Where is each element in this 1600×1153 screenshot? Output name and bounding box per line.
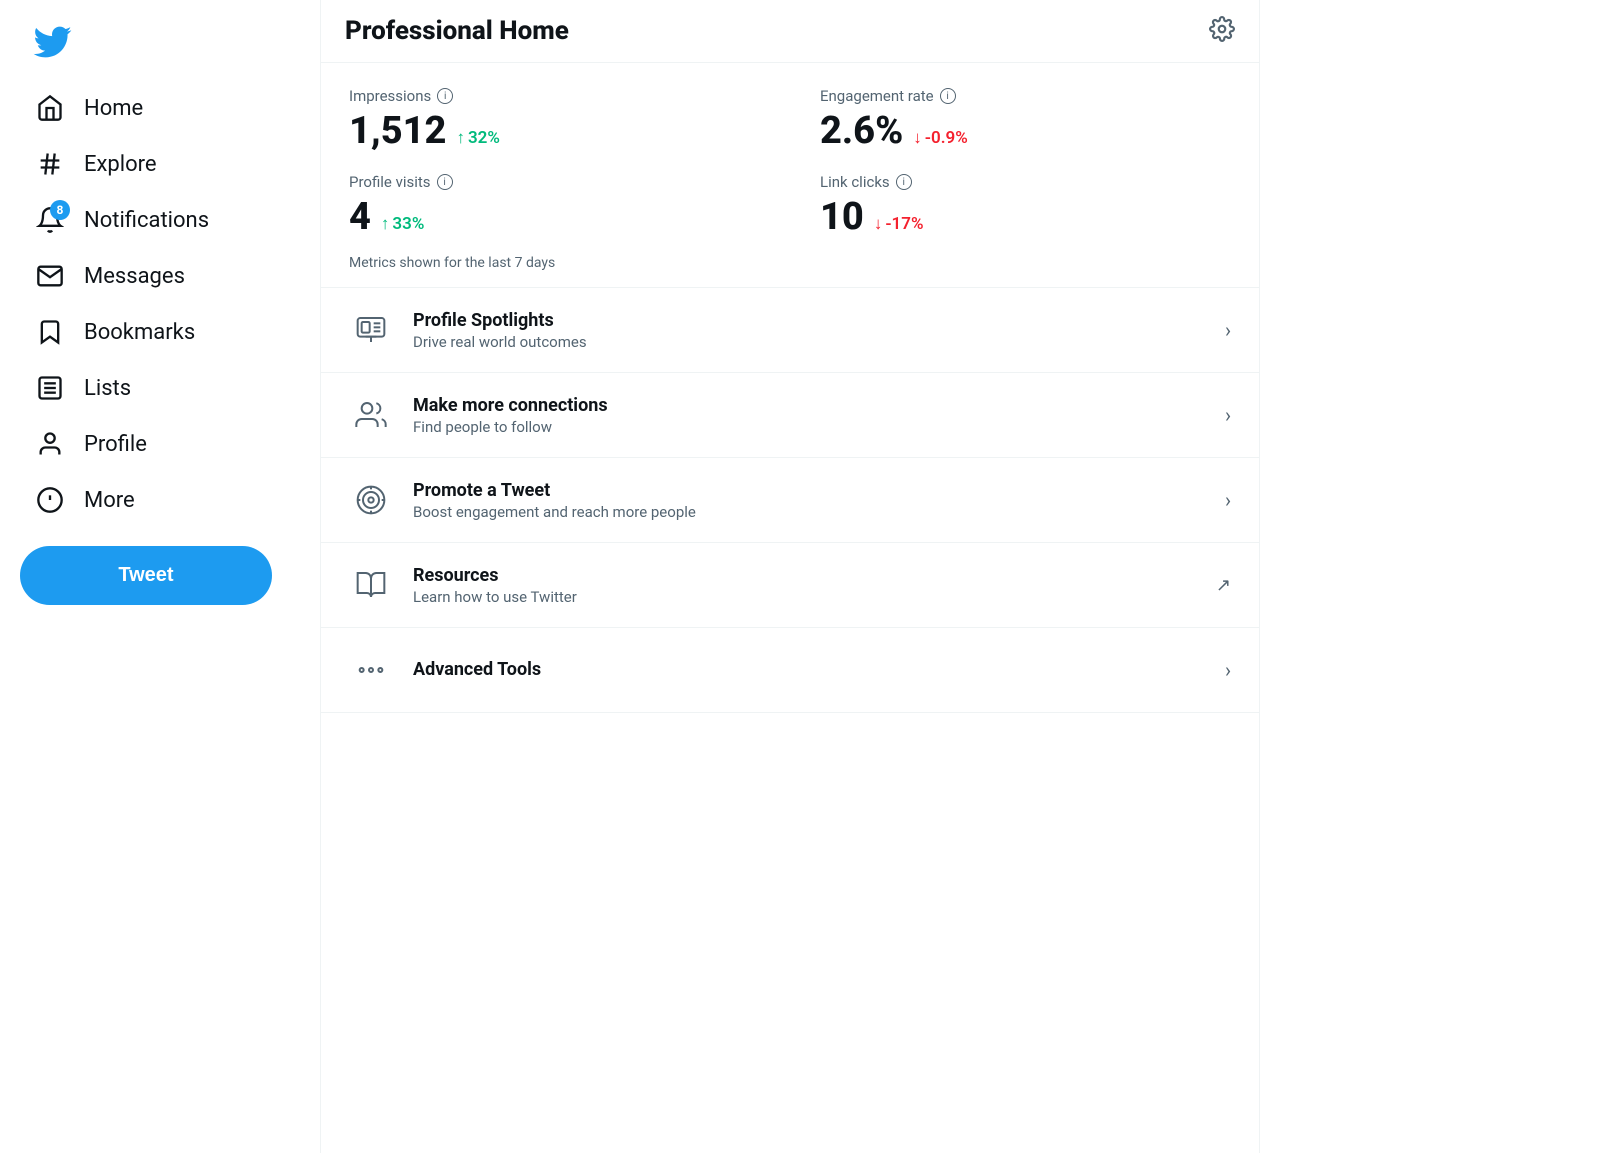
notification-count: 8: [50, 200, 70, 220]
settings-gear-icon[interactable]: [1209, 16, 1235, 46]
metric-link-clicks: Link clicks i 10 ↓ -17%: [820, 173, 1231, 239]
spotlight-icon: [349, 308, 393, 352]
link-clicks-change: ↓ -17%: [874, 214, 924, 234]
sidebar-item-explore[interactable]: Explore: [20, 138, 300, 190]
sidebar-item-home[interactable]: Home: [20, 82, 300, 134]
connections-text: Make more connections Find people to fol…: [413, 395, 1213, 436]
lists-label: Lists: [84, 376, 131, 401]
sidebar-item-messages[interactable]: Messages: [20, 250, 300, 302]
bookmark-icon: [36, 318, 64, 346]
connections-title: Make more connections: [413, 395, 1213, 416]
metrics-grid: Impressions i 1,512 ↑ 32% Engagement rat…: [349, 87, 1231, 239]
explore-label: Explore: [84, 152, 157, 177]
metrics-footer: Metrics shown for the last 7 days: [349, 255, 1231, 271]
main-content: Professional Home Impressions i 1,512 ↑ …: [320, 0, 1260, 1153]
metric-profile-visits: Profile visits i 4 ↑ 33%: [349, 173, 760, 239]
metric-engagement: Engagement rate i 2.6% ↓ -0.9%: [820, 87, 1231, 153]
profile-spotlights-arrow: ›: [1225, 318, 1231, 342]
hashtag-icon: [36, 150, 64, 178]
impressions-change: ↑ 32%: [456, 128, 499, 148]
resources-arrow: ↗: [1216, 575, 1231, 596]
mail-icon: [36, 262, 64, 290]
profile-visits-label: Profile visits i: [349, 173, 760, 191]
engagement-label: Engagement rate i: [820, 87, 1231, 105]
impressions-value: 1,512: [349, 109, 446, 153]
connections-arrow: ›: [1225, 403, 1231, 427]
notifications-label: Notifications: [84, 208, 209, 233]
connections-icon: [349, 393, 393, 437]
resources-subtitle: Learn how to use Twitter: [413, 588, 1204, 606]
main-header: Professional Home: [321, 0, 1259, 63]
sidebar-item-profile[interactable]: Profile: [20, 418, 300, 470]
profile-visits-value-row: 4 ↑ 33%: [349, 195, 760, 239]
advanced-tools-text: Advanced Tools: [413, 659, 1213, 682]
metric-impressions: Impressions i 1,512 ↑ 32%: [349, 87, 760, 153]
link-clicks-label: Link clicks i: [820, 173, 1231, 191]
features-section: Profile Spotlights Drive real world outc…: [321, 288, 1259, 713]
bookmarks-label: Bookmarks: [84, 320, 195, 345]
home-icon: [36, 94, 64, 122]
promote-text: Promote a Tweet Boost engagement and rea…: [413, 480, 1213, 521]
advanced-tools-arrow: ›: [1225, 658, 1231, 682]
engagement-value: 2.6%: [820, 109, 903, 153]
profile-visits-change: ↑ 33%: [381, 214, 424, 234]
advanced-tools-title: Advanced Tools: [413, 659, 1213, 680]
promote-arrow: ›: [1225, 488, 1231, 512]
profile-visits-value: 4: [349, 195, 371, 239]
profile-spotlights-text: Profile Spotlights Drive real world outc…: [413, 310, 1213, 351]
sidebar: Home Explore 8 Not: [0, 0, 320, 1153]
sidebar-item-bookmarks[interactable]: Bookmarks: [20, 306, 300, 358]
page-title: Professional Home: [345, 16, 569, 46]
more-label: More: [84, 488, 135, 513]
promote-icon: [349, 478, 393, 522]
nav-menu: Home Explore 8 Not: [20, 82, 300, 526]
bell-icon: 8: [36, 206, 64, 234]
impressions-label: Impressions i: [349, 87, 760, 105]
engagement-change: ↓ -0.9%: [913, 128, 968, 148]
profile-spotlights-title: Profile Spotlights: [413, 310, 1213, 331]
resources-icon: [349, 563, 393, 607]
connections-subtitle: Find people to follow: [413, 418, 1213, 436]
link-clicks-value-row: 10 ↓ -17%: [820, 195, 1231, 239]
profile-icon: [36, 430, 64, 458]
feature-promote[interactable]: Promote a Tweet Boost engagement and rea…: [321, 458, 1259, 543]
link-clicks-value: 10: [820, 195, 864, 239]
profile-label: Profile: [84, 432, 147, 457]
feature-connections[interactable]: Make more connections Find people to fol…: [321, 373, 1259, 458]
engagement-value-row: 2.6% ↓ -0.9%: [820, 109, 1231, 153]
link-clicks-info-icon[interactable]: i: [896, 174, 912, 190]
impressions-info-icon[interactable]: i: [437, 88, 453, 104]
messages-label: Messages: [84, 264, 185, 289]
right-panel: [1260, 0, 1600, 1153]
twitter-logo[interactable]: [20, 12, 300, 82]
advanced-tools-icon: [349, 648, 393, 692]
resources-title: Resources: [413, 565, 1204, 586]
feature-profile-spotlights[interactable]: Profile Spotlights Drive real world outc…: [321, 288, 1259, 373]
lists-icon: [36, 374, 64, 402]
feature-advanced-tools[interactable]: Advanced Tools ›: [321, 628, 1259, 713]
more-icon: [36, 486, 64, 514]
profile-spotlights-subtitle: Drive real world outcomes: [413, 333, 1213, 351]
impressions-value-row: 1,512 ↑ 32%: [349, 109, 760, 153]
engagement-info-icon[interactable]: i: [940, 88, 956, 104]
promote-title: Promote a Tweet: [413, 480, 1213, 501]
metrics-section: Impressions i 1,512 ↑ 32% Engagement rat…: [321, 63, 1259, 288]
profile-visits-info-icon[interactable]: i: [437, 174, 453, 190]
feature-resources[interactable]: Resources Learn how to use Twitter ↗: [321, 543, 1259, 628]
sidebar-item-lists[interactable]: Lists: [20, 362, 300, 414]
resources-text: Resources Learn how to use Twitter: [413, 565, 1204, 606]
home-label: Home: [84, 96, 143, 121]
promote-subtitle: Boost engagement and reach more people: [413, 503, 1213, 521]
sidebar-item-more[interactable]: More: [20, 474, 300, 526]
sidebar-item-notifications[interactable]: 8 Notifications: [20, 194, 300, 246]
tweet-button[interactable]: Tweet: [20, 546, 272, 605]
